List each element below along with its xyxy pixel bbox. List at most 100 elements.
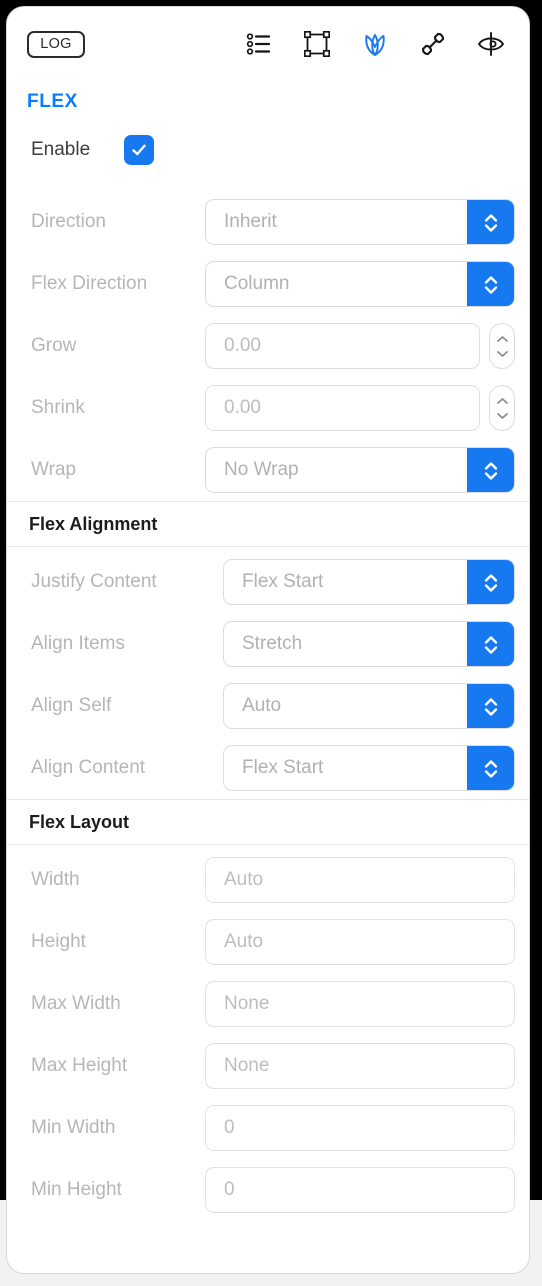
row-height: Height Auto	[7, 911, 529, 973]
field-wrap: Flex Start	[223, 745, 515, 791]
shrink-input[interactable]: 0.00	[205, 385, 480, 431]
row-label: Min Width	[31, 1117, 116, 1138]
field-wrap: 0	[205, 1105, 515, 1151]
align-content-select[interactable]: Flex Start	[223, 745, 515, 791]
max-width-input[interactable]: None	[205, 981, 515, 1027]
row-justify-content: Justify Content Flex Start	[7, 551, 529, 613]
width-input[interactable]: Auto	[205, 857, 515, 903]
field-wrap: Stretch	[223, 621, 515, 667]
toolbar: LOG	[7, 7, 529, 81]
enable-label: Enable	[31, 139, 91, 160]
select-value: Inherit	[224, 211, 277, 232]
field-wrap: None	[205, 981, 515, 1027]
row-align-content: Align Content Flex Start	[7, 737, 529, 799]
select-value: No Wrap	[224, 459, 299, 480]
row-wrap: Wrap No Wrap	[7, 439, 529, 501]
row-label: Flex Direction	[31, 273, 148, 294]
field-wrap: 0.00	[205, 385, 515, 431]
chevron-updown-icon[interactable]	[467, 746, 514, 790]
field-wrap: Column	[205, 261, 515, 307]
select-value: Column	[224, 273, 290, 294]
input-value: Auto	[224, 869, 264, 890]
row-label: Width	[31, 869, 80, 890]
direction-select[interactable]: Inherit	[205, 199, 515, 245]
input-value: 0	[224, 1117, 235, 1138]
shrink-stepper[interactable]	[489, 385, 515, 431]
select-value: Stretch	[242, 633, 303, 654]
field-wrap: None	[205, 1043, 515, 1089]
flex-alignment-header: Flex Alignment	[29, 513, 158, 534]
align-items-select[interactable]: Stretch	[223, 621, 515, 667]
row-direction: Direction Inherit	[7, 191, 529, 253]
wrap-select[interactable]: No Wrap	[205, 447, 515, 493]
chevron-updown-icon[interactable]	[467, 622, 514, 666]
row-label: Height	[31, 931, 86, 952]
link-icon[interactable]	[417, 28, 449, 60]
alignment-section: Justify Content Flex Start Align Items S…	[7, 547, 529, 799]
row-width: Width Auto	[7, 849, 529, 911]
align-self-select[interactable]: Auto	[223, 683, 515, 729]
select-value: Auto	[242, 695, 282, 716]
layout-section: Width Auto Height Auto Max Width None Ma…	[7, 845, 529, 1221]
chevron-updown-icon[interactable]	[467, 200, 514, 244]
enable-row: Enable	[7, 113, 529, 187]
row-align-items: Align Items Stretch	[7, 613, 529, 675]
eye-visibility-icon[interactable]	[475, 28, 507, 60]
field-wrap: Inherit	[205, 199, 515, 245]
row-max-width: Max Width None	[7, 973, 529, 1035]
flex-direction-select[interactable]: Column	[205, 261, 515, 307]
min-height-input[interactable]: 0	[205, 1167, 515, 1213]
chevron-updown-icon[interactable]	[467, 684, 514, 728]
field-wrap: 0	[205, 1167, 515, 1213]
row-label: Max Width	[31, 993, 121, 1014]
row-max-height: Max Height None	[7, 1035, 529, 1097]
chevron-updown-icon[interactable]	[467, 262, 514, 306]
justify-content-select[interactable]: Flex Start	[223, 559, 515, 605]
row-label: Min Height	[31, 1179, 122, 1200]
toolbar-icon-group	[243, 28, 507, 60]
row-label: Align Items	[31, 633, 125, 654]
selection-frame-icon[interactable]	[301, 28, 333, 60]
row-label: Align Content	[31, 757, 146, 778]
max-height-input[interactable]: None	[205, 1043, 515, 1089]
field-wrap: Flex Start	[223, 559, 515, 605]
input-value: None	[224, 993, 270, 1014]
chevron-updown-icon[interactable]	[467, 448, 514, 492]
height-input[interactable]: Auto	[205, 919, 515, 965]
row-min-width: Min Width 0	[7, 1097, 529, 1159]
row-align-self: Align Self Auto	[7, 675, 529, 737]
input-value: 0.00	[224, 397, 261, 418]
grow-input[interactable]: 0.00	[205, 323, 480, 369]
field-wrap: Auto	[205, 919, 515, 965]
flex-layout-header: Flex Layout	[29, 811, 130, 832]
log-button[interactable]: LOG	[27, 30, 85, 58]
input-value: 0	[224, 1179, 235, 1200]
enable-checkbox[interactable]	[124, 135, 155, 165]
min-width-input[interactable]: 0	[205, 1105, 515, 1151]
row-label: Wrap	[31, 459, 77, 480]
input-value: 0.00	[224, 335, 261, 356]
input-value: Auto	[224, 931, 264, 952]
field-wrap: Auto	[223, 683, 515, 729]
row-min-height: Min Height 0	[7, 1159, 529, 1221]
row-label: Shrink	[31, 397, 85, 418]
row-label: Justify Content	[31, 571, 157, 592]
grow-stepper[interactable]	[489, 323, 515, 369]
screen: LOG FLEX Enable Direction Inherit Flex D…	[0, 0, 542, 1286]
row-shrink: Shrink 0.00	[7, 377, 529, 439]
row-label: Grow	[31, 335, 77, 356]
row-label: Direction	[31, 211, 106, 232]
field-wrap: No Wrap	[205, 447, 515, 493]
list-icon[interactable]	[243, 28, 275, 60]
input-value: None	[224, 1055, 270, 1076]
page-title: FLEX	[27, 91, 78, 112]
chevron-updown-icon[interactable]	[467, 560, 514, 604]
flex-section: Direction Inherit Flex Direction Column …	[7, 187, 529, 501]
row-flex-direction: Flex Direction Column	[7, 253, 529, 315]
select-value: Flex Start	[242, 571, 324, 592]
flex-inspector-panel: LOG FLEX Enable Direction Inherit Flex D…	[6, 6, 530, 1274]
row-label: Align Self	[31, 695, 112, 716]
lotus-icon[interactable]	[359, 28, 391, 60]
field-wrap: Auto	[205, 857, 515, 903]
row-grow: Grow 0.00	[7, 315, 529, 377]
